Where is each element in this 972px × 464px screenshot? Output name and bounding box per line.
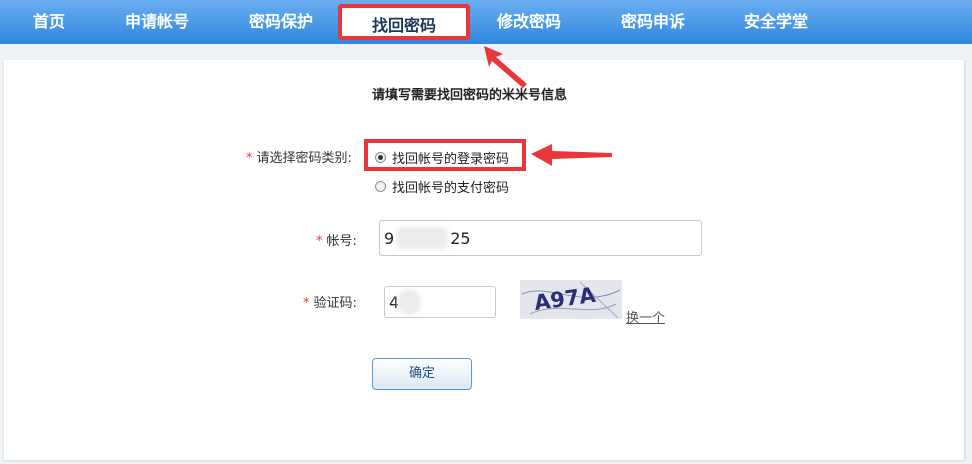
captcha-label: * 验证码:	[303, 292, 357, 311]
form-heading: 请填写需要找回密码的米米号信息	[372, 88, 568, 103]
nav-home[interactable]: 首页	[33, 0, 65, 44]
radio-unchecked-icon[interactable]	[375, 181, 386, 192]
radio-login-password[interactable]: 找回帐号的登录密码	[375, 148, 509, 167]
radio-payment-password-label: 找回帐号的支付密码	[392, 181, 510, 196]
required-mark: *	[316, 234, 323, 249]
nav-password-appeal[interactable]: 密码申诉	[621, 0, 685, 44]
nav-change-password[interactable]: 修改密码	[497, 0, 561, 44]
captcha-label-text: 验证码:	[313, 296, 357, 311]
radio-payment-password[interactable]: 找回帐号的支付密码	[375, 177, 509, 196]
account-label-text: 帐号:	[326, 234, 357, 249]
redacted-blur	[396, 227, 449, 249]
top-nav: 首页 申请帐号 密码保护 找回密码 修改密码 密码申诉 安全学堂	[0, 0, 972, 44]
nav-security-school[interactable]: 安全学堂	[744, 0, 808, 44]
password-type-label-text: 请选择密码类别:	[256, 151, 352, 166]
account-label: * 帐号:	[316, 230, 357, 249]
content-panel	[4, 60, 965, 460]
nav-password-protection[interactable]: 密码保护	[249, 0, 313, 44]
captcha-svg: A97A	[520, 280, 622, 319]
radio-checked-icon[interactable]	[375, 152, 386, 163]
account-value-prefix: 9	[384, 228, 395, 248]
account-input[interactable]: 9 25	[379, 220, 702, 256]
captcha-image[interactable]: A97A	[520, 280, 622, 319]
confirm-button[interactable]: 确定	[372, 358, 472, 390]
captcha-refresh-link[interactable]: 换一个	[626, 307, 665, 326]
redacted-blur	[397, 289, 422, 315]
nav-recover-password[interactable]: 找回密码	[338, 4, 470, 40]
radio-login-password-label: 找回帐号的登录密码	[392, 152, 510, 167]
nav-apply-account[interactable]: 申请帐号	[125, 0, 189, 44]
account-value-suffix: 25	[450, 228, 471, 248]
required-mark: *	[303, 296, 310, 311]
captcha-input[interactable]: 4	[384, 286, 496, 318]
required-mark: *	[246, 151, 253, 166]
password-type-label: * 请选择密码类别:	[246, 147, 352, 166]
